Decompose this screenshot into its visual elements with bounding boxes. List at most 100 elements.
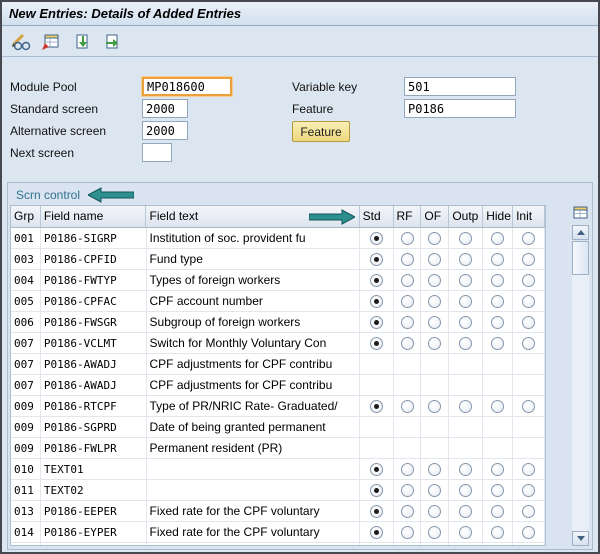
variable-key-input[interactable]: [404, 77, 516, 96]
of-radio[interactable]: [428, 274, 441, 287]
outp-radio[interactable]: [459, 400, 472, 413]
rf-radio[interactable]: [401, 463, 414, 476]
rf-radio[interactable]: [401, 400, 414, 413]
outp-radio[interactable]: [459, 232, 472, 245]
scrollbar-track[interactable]: [572, 275, 589, 531]
std-radio[interactable]: [370, 316, 383, 329]
init-radio[interactable]: [522, 400, 535, 413]
feature-input[interactable]: [404, 99, 516, 118]
init-radio[interactable]: [522, 316, 535, 329]
hide-radio[interactable]: [491, 526, 504, 539]
of-radio[interactable]: [428, 526, 441, 539]
outp-radio[interactable]: [459, 337, 472, 350]
rf-radio[interactable]: [401, 337, 414, 350]
outp-radio[interactable]: [459, 253, 472, 266]
table-row[interactable]: 010TEXT01: [11, 459, 545, 480]
of-radio[interactable]: [428, 316, 441, 329]
hide-radio[interactable]: [491, 274, 504, 287]
next-screen-input[interactable]: [142, 143, 172, 162]
module-pool-input[interactable]: [142, 77, 232, 96]
hide-radio[interactable]: [491, 484, 504, 497]
rf-radio[interactable]: [401, 274, 414, 287]
table-row[interactable]: 009P0186-RTCPFType of PR/NRIC Rate- Grad…: [11, 396, 545, 417]
hide-radio[interactable]: [491, 316, 504, 329]
std-radio[interactable]: [370, 274, 383, 287]
hide-radio[interactable]: [491, 463, 504, 476]
table-row[interactable]: 003P0186-CPFIDFund type: [11, 249, 545, 270]
header-init[interactable]: Init: [513, 206, 545, 227]
std-radio[interactable]: [370, 526, 383, 539]
scroll-down-button[interactable]: [572, 531, 589, 546]
table-row[interactable]: 013P0186-EEPERFixed rate for the CPF vol…: [11, 501, 545, 522]
init-radio[interactable]: [522, 274, 535, 287]
of-radio[interactable]: [428, 232, 441, 245]
rf-radio[interactable]: [401, 232, 414, 245]
of-radio[interactable]: [428, 505, 441, 518]
header-std[interactable]: Std: [360, 206, 394, 227]
init-radio[interactable]: [522, 463, 535, 476]
header-hide[interactable]: Hide: [483, 206, 513, 227]
outp-radio[interactable]: [459, 463, 472, 476]
rf-radio[interactable]: [401, 484, 414, 497]
table-row[interactable]: 005P0186-CPFACCPF account number: [11, 291, 545, 312]
outp-radio[interactable]: [459, 526, 472, 539]
display-change-button[interactable]: [7, 30, 33, 54]
table-row[interactable]: 004P0186-FWTYPTypes of foreign workers: [11, 270, 545, 291]
std-radio[interactable]: [370, 295, 383, 308]
init-radio[interactable]: [522, 505, 535, 518]
table-settings-corner[interactable]: [572, 205, 589, 225]
of-radio[interactable]: [428, 253, 441, 266]
rf-radio[interactable]: [401, 253, 414, 266]
init-radio[interactable]: [522, 253, 535, 266]
hide-radio[interactable]: [491, 295, 504, 308]
rf-radio[interactable]: [401, 295, 414, 308]
table-row[interactable]: 009P0186-SGPRDDate of being granted perm…: [11, 417, 545, 438]
table-row[interactable]: 007P0186-AWADJCPF adjustments for CPF co…: [11, 375, 545, 396]
std-radio[interactable]: [370, 505, 383, 518]
table-row[interactable]: 016P0186-EEEPCIn excess of the statutory…: [11, 543, 545, 546]
rf-radio[interactable]: [401, 316, 414, 329]
rf-radio[interactable]: [401, 526, 414, 539]
hide-radio[interactable]: [491, 232, 504, 245]
hide-radio[interactable]: [491, 505, 504, 518]
header-of[interactable]: OF: [421, 206, 449, 227]
table-row[interactable]: 014P0186-EYPERFixed rate for the CPF vol…: [11, 522, 545, 543]
table-row[interactable]: 007P0186-VCLMTSwitch for Monthly Volunta…: [11, 333, 545, 354]
of-radio[interactable]: [428, 295, 441, 308]
outp-radio[interactable]: [459, 505, 472, 518]
std-radio[interactable]: [370, 337, 383, 350]
table-row[interactable]: 006P0186-FWSGRSubgroup of foreign worker…: [11, 312, 545, 333]
std-radio[interactable]: [370, 463, 383, 476]
of-radio[interactable]: [428, 463, 441, 476]
header-grp[interactable]: Grp: [11, 206, 41, 227]
hide-radio[interactable]: [491, 253, 504, 266]
init-radio[interactable]: [522, 337, 535, 350]
std-radio[interactable]: [370, 253, 383, 266]
init-radio[interactable]: [522, 526, 535, 539]
table-row[interactable]: 001P0186-SIGRPInstitution of soc. provid…: [11, 228, 545, 249]
header-outp[interactable]: Outp: [449, 206, 483, 227]
of-radio[interactable]: [428, 337, 441, 350]
entries-list-button[interactable]: [38, 30, 64, 54]
vertical-scrollbar[interactable]: [572, 205, 589, 546]
alternative-screen-input[interactable]: [142, 121, 188, 140]
previous-entry-button[interactable]: [69, 30, 95, 54]
outp-radio[interactable]: [459, 316, 472, 329]
outp-radio[interactable]: [459, 274, 472, 287]
rf-radio[interactable]: [401, 505, 414, 518]
outp-radio[interactable]: [459, 295, 472, 308]
table-row[interactable]: 011TEXT02: [11, 480, 545, 501]
scroll-up-button[interactable]: [572, 225, 589, 240]
hide-radio[interactable]: [491, 337, 504, 350]
standard-screen-input[interactable]: [142, 99, 188, 118]
table-row[interactable]: 007P0186-AWADJCPF adjustments for CPF co…: [11, 354, 545, 375]
std-radio[interactable]: [370, 484, 383, 497]
feature-button[interactable]: Feature: [292, 121, 350, 142]
init-radio[interactable]: [522, 295, 535, 308]
outp-radio[interactable]: [459, 484, 472, 497]
of-radio[interactable]: [428, 484, 441, 497]
std-radio[interactable]: [370, 232, 383, 245]
hide-radio[interactable]: [491, 400, 504, 413]
init-radio[interactable]: [522, 232, 535, 245]
scrollbar-thumb[interactable]: [572, 241, 589, 275]
